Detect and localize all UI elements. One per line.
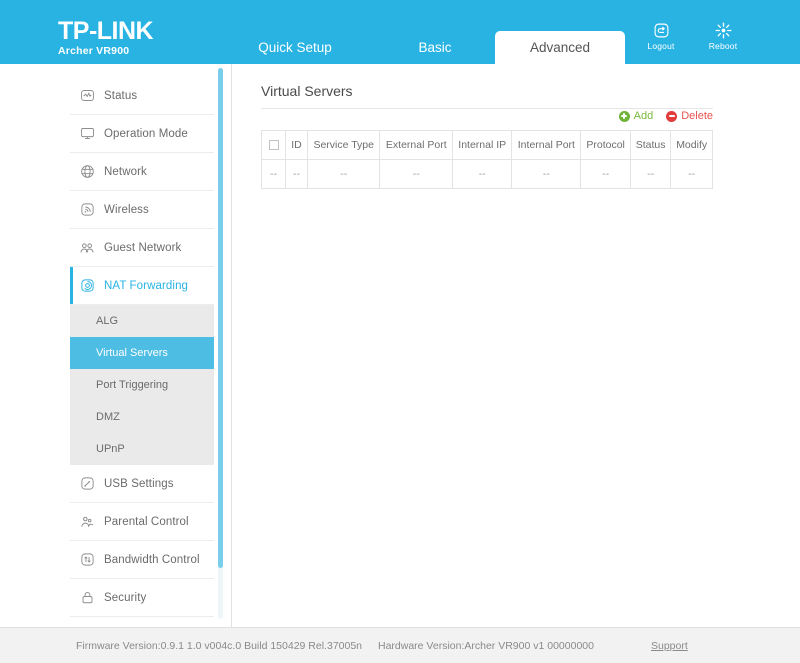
sidebar-scrollbar-thumb[interactable]: [218, 68, 223, 568]
cell-modify: --: [670, 159, 713, 189]
globe-icon: [70, 164, 104, 179]
add-button[interactable]: Add: [618, 110, 654, 122]
sidebar-item-label: Bandwidth Control: [104, 553, 200, 566]
sidebar-item-bandwidth-control[interactable]: Bandwidth Control: [70, 541, 214, 579]
select-all-header: [261, 130, 286, 160]
sidebar-item-operation-mode[interactable]: Operation Mode: [70, 115, 214, 153]
submenu-item-port-triggering[interactable]: Port Triggering: [70, 369, 214, 401]
sidebar-item-usb-settings[interactable]: USB Settings: [70, 465, 214, 503]
cell-internal-port: --: [511, 159, 582, 189]
sidebar-item-label: Guest Network: [104, 241, 182, 254]
cell-external-port: --: [379, 159, 454, 189]
bandwidth-arrows-icon: [70, 552, 104, 567]
table-actions: Add Delete: [618, 110, 713, 122]
column-header-id: ID: [285, 130, 308, 160]
logout-label: Logout: [647, 41, 675, 51]
page-footer: Firmware Version:0.9.1 1.0 v004c.0 Build…: [0, 627, 800, 663]
status-icon: [70, 88, 104, 103]
hardware-version: Hardware Version:Archer VR900 v1 0000000…: [378, 640, 594, 652]
logout-icon: [642, 22, 680, 39]
sidebar-item-label: Status: [104, 89, 138, 102]
sidebar-item-guest-network[interactable]: Guest Network: [70, 229, 214, 267]
router-admin-page: TP-LINK Archer VR900 Quick Setup Basic A…: [0, 0, 800, 663]
header-actions: Logout Reboot: [642, 22, 742, 51]
nat-forwarding-submenu: ALG Virtual Servers Port Triggering DMZ …: [70, 305, 214, 465]
submenu-item-upnp[interactable]: UPnP: [70, 433, 214, 465]
model-name: Archer VR900: [58, 45, 130, 57]
page-header: TP-LINK Archer VR900 Quick Setup Basic A…: [0, 0, 800, 64]
sidebar-item-security[interactable]: Security: [70, 579, 214, 617]
minus-circle-icon: [666, 110, 678, 122]
submenu-item-dmz[interactable]: DMZ: [70, 401, 214, 433]
sidebar-item-label: Parental Control: [104, 515, 189, 528]
column-header-modify: Modify: [670, 130, 713, 160]
tab-quick-setup[interactable]: Quick Setup: [230, 31, 360, 64]
column-header-service-type: Service Type: [306, 130, 381, 160]
delete-label: Delete: [681, 110, 713, 122]
add-label: Add: [633, 110, 654, 122]
brand-name: TP-LINK: [58, 17, 154, 45]
column-header-internal-ip: Internal IP: [452, 130, 513, 160]
sidebar-item-nat-forwarding[interactable]: NAT Forwarding: [70, 267, 214, 305]
tab-advanced[interactable]: Advanced: [495, 31, 625, 64]
monitor-icon: [70, 126, 104, 141]
virtual-servers-table: ID Service Type External Port Internal I…: [261, 130, 713, 189]
cell-select: --: [261, 159, 286, 189]
submenu-item-virtual-servers[interactable]: Virtual Servers: [70, 337, 214, 369]
title-divider: [261, 108, 713, 109]
column-header-external-port: External Port: [379, 130, 454, 160]
sidebar-item-parental-control[interactable]: Parental Control: [70, 503, 214, 541]
table-header: ID Service Type External Port Internal I…: [261, 130, 713, 160]
nat-forwarding-icon: [70, 278, 104, 293]
logout-button[interactable]: Logout: [642, 22, 680, 51]
sidebar-item-label: USB Settings: [104, 477, 174, 490]
guest-people-icon: [70, 240, 104, 256]
sidebar-item-label: Network: [104, 165, 147, 178]
cell-service-type: --: [306, 159, 381, 189]
reboot-button[interactable]: Reboot: [704, 22, 742, 51]
main-content: Virtual Servers Add Delete ID Service Ty…: [233, 64, 800, 627]
usb-icon: [70, 476, 104, 491]
delete-button[interactable]: Delete: [666, 110, 713, 122]
parental-control-icon: [70, 514, 104, 530]
table-header-row: ID Service Type External Port Internal I…: [261, 130, 713, 160]
firmware-version: Firmware Version:0.9.1 1.0 v004c.0 Build…: [76, 640, 363, 652]
sidebar-menu: Status Operation Mode Network Wireless G…: [70, 77, 214, 617]
sidebar-item-wireless[interactable]: Wireless: [70, 191, 214, 229]
column-header-status: Status: [629, 130, 672, 160]
wireless-signal-icon: [70, 202, 104, 217]
tab-basic[interactable]: Basic: [380, 31, 490, 64]
sidebar: Status Operation Mode Network Wireless G…: [0, 64, 232, 627]
submenu-item-alg[interactable]: ALG: [70, 305, 214, 337]
support-link[interactable]: Support: [651, 640, 688, 652]
reboot-label: Reboot: [708, 41, 738, 51]
sidebar-item-label: NAT Forwarding: [104, 279, 189, 292]
sidebar-item-label: Security: [104, 591, 147, 604]
cell-id: --: [285, 159, 308, 189]
table-row: -- -- -- -- -- -- -- -- --: [261, 159, 713, 189]
reboot-icon: [704, 22, 742, 39]
column-header-protocol: Protocol: [580, 130, 631, 160]
page-title: Virtual Servers: [261, 83, 353, 99]
cell-internal-ip: --: [452, 159, 513, 189]
cell-protocol: --: [580, 159, 631, 189]
sidebar-item-label: Wireless: [104, 203, 149, 216]
sidebar-item-network[interactable]: Network: [70, 153, 214, 191]
column-header-internal-port: Internal Port: [511, 130, 582, 160]
sidebar-item-label: Operation Mode: [104, 127, 188, 140]
cell-status: --: [629, 159, 672, 189]
plus-circle-icon: [618, 110, 630, 122]
lock-icon: [70, 590, 104, 605]
body-area: Status Operation Mode Network Wireless G…: [0, 64, 800, 627]
sidebar-item-status[interactable]: Status: [70, 77, 214, 115]
table-body: -- -- -- -- -- -- -- -- --: [261, 159, 713, 189]
select-all-checkbox[interactable]: [268, 140, 279, 151]
brand-logo: TP-LINK Archer VR900: [58, 17, 154, 57]
